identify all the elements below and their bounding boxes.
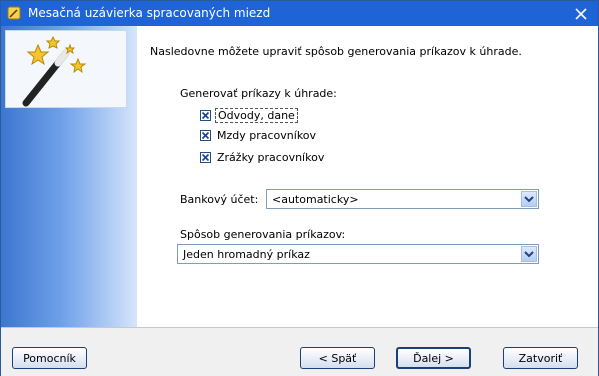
magic-wand-icon [22,35,87,107]
checkbox-row-zrazky[interactable]: Zrážky pracovníkov [200,151,326,164]
checkbox-label-mzdy[interactable]: Mzdy pracovníkov [215,129,318,142]
help-button[interactable]: Pomocník [12,347,87,369]
checkbox-label-zrazky[interactable]: Zrážky pracovníkov [215,151,326,164]
generation-method-value: Jeden hromadný príkaz [183,248,310,261]
chevron-down-icon[interactable] [521,246,537,262]
generation-method-select[interactable]: Jeden hromadný príkaz [177,244,539,264]
chevron-down-icon[interactable] [521,191,537,207]
bank-account-value: <automaticky> [272,193,359,206]
close-window-button[interactable] [564,1,598,26]
checkmark-icon [201,131,210,140]
button-bar: Pomocník < Späť Ďalej > Zatvoriť [1,327,598,376]
checkbox-row-odvody[interactable]: Odvody, dane [200,108,298,123]
close-icon [575,7,587,20]
checkbox-label-odvody[interactable]: Odvody, dane [215,108,298,123]
wizard-side-panel [1,26,137,327]
checkbox-mzdy[interactable] [200,130,211,141]
back-button[interactable]: < Späť [300,347,375,369]
wizard-content: Nasledovne môžete upraviť spôsob generov… [138,26,598,327]
title-bar: Mesačná uzávierka spracovaných miezd [1,1,598,26]
app-icon [7,6,21,20]
next-button[interactable]: Ďalej > [396,347,471,369]
checkbox-odvody[interactable] [200,110,211,121]
intro-text: Nasledovne môžete upraviť spôsob generov… [150,45,522,58]
checkmark-icon [201,153,210,162]
checkmark-icon [201,111,210,120]
generate-orders-label: Generovať príkazy k úhrade: [180,87,337,100]
window-title: Mesačná uzávierka spracovaných miezd [28,6,271,20]
close-button[interactable]: Zatvoriť [503,347,578,369]
checkbox-row-mzdy[interactable]: Mzdy pracovníkov [200,129,318,142]
generation-method-label: Spôsob generovania príkazov: [180,228,346,241]
bank-account-select[interactable]: <automaticky> [266,189,539,209]
wizard-picture [5,30,127,108]
wizard-window: Mesačná uzávierka spracovaných miezd Nas… [0,0,599,376]
bank-account-label: Bankový účet: [180,193,259,206]
checkbox-zrazky[interactable] [200,152,211,163]
